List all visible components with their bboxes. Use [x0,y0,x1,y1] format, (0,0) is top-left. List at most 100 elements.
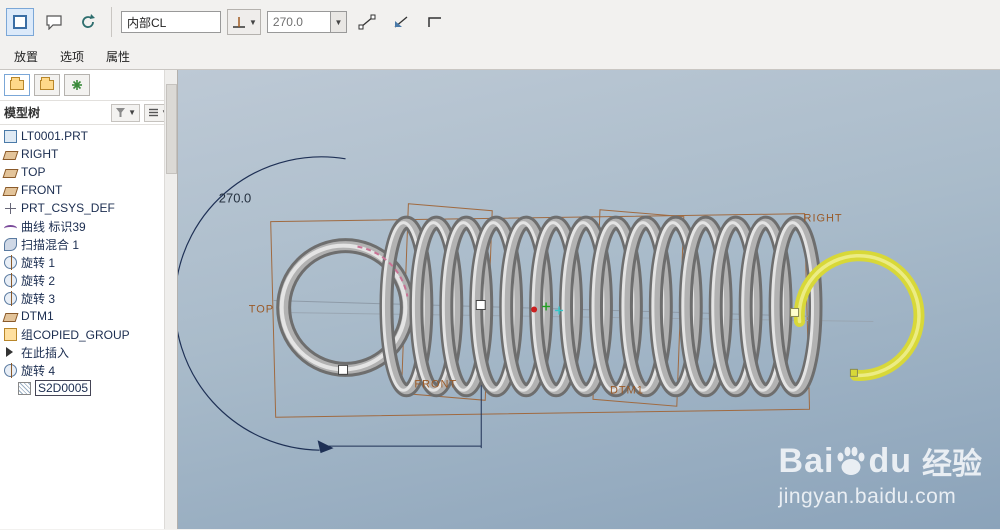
tree-item[interactable]: TOP [0,163,163,181]
tree-item-icon [2,168,19,178]
tree-item-icon [4,201,17,215]
red-point-marker [531,306,538,313]
tree-item-icon [18,381,31,395]
tree-item-label: 扫描混合 1 [21,237,80,252]
angle-combo-arrow[interactable]: ▼ [330,11,347,33]
tree-scrollbar[interactable] [164,70,177,529]
tree-item-label: DTM1 [21,309,54,323]
trajectory-drag-handle[interactable] [475,299,486,310]
tree-item-label: 旋转 4 [21,363,56,378]
tree-item-label: RIGHT [21,147,59,161]
tree-item-label: LT0001.PRT [21,129,88,143]
chevron-down-icon: ▼ [128,108,137,117]
tree-item-icon [4,290,17,306]
folder-icon [40,77,54,90]
normal-to-trajectory-dropdown[interactable]: ▼ [227,9,261,35]
dashboard-tabs: 放置 选项 属性 [0,44,1000,68]
tree-header: 模型树 ▼ ▼ [0,101,177,125]
frame-icon [13,15,27,29]
dashboard-tab[interactable]: 属性 [96,46,140,67]
tree-item[interactable]: 旋转 1 [0,253,163,271]
watermark-brand-left: Bai [778,441,835,480]
tree-item[interactable]: LT0001.PRT [0,127,163,145]
trajectory-input[interactable]: 内部CL [121,11,221,33]
tree-item-label: PRT_CSYS_DEF [21,201,115,215]
angle-combo[interactable]: 270.0 ▼ [266,11,347,33]
model-tree-tab[interactable] [4,74,30,96]
tree-item-icon [2,150,19,160]
dashboard-tab[interactable]: 放置 [4,46,48,67]
tree-item[interactable]: S2D0005 [0,379,163,397]
tree-item[interactable]: 在此插入 [0,343,163,361]
line-triangle-icon [394,16,408,28]
folder-browser-tab[interactable] [34,74,60,96]
tree-item-label: TOP [21,165,46,179]
tree-item[interactable]: 旋转 2 [0,271,163,289]
tree-title: 模型树 [4,106,41,120]
dtm1-plane-label[interactable]: DTM1 [610,384,644,396]
tree-item-icon [4,327,17,341]
tree-item-icon [4,129,17,143]
trajectory-value: 内部CL [127,15,167,30]
front-plane-label[interactable]: FRONT [414,378,457,390]
comment-button[interactable] [40,8,68,36]
regenerate-button[interactable] [74,8,102,36]
toolbar-separator [111,7,112,37]
tree-item-icon [4,254,17,270]
sketch-line-button[interactable] [353,8,381,36]
tree-item[interactable]: DTM1 [0,307,163,325]
dashboard-tab[interactable]: 选项 [50,46,94,67]
watermark-brand-right: du [868,441,912,480]
watermark-brand-cn: 经验 [922,448,982,481]
corner-icon [428,17,441,27]
right-plane-label[interactable]: RIGHT [804,213,843,225]
angle-input[interactable]: 270.0 [266,11,331,33]
chevron-down-icon: ▼ [334,17,343,27]
favorites-tab[interactable] [64,74,90,96]
tree-item[interactable]: FRONT [0,181,163,199]
tree-item-label: 旋转 2 [21,273,56,288]
refresh-arrows-icon [82,14,95,28]
sketch-section-button[interactable] [387,8,415,36]
graphics-viewport[interactable]: 270.0 TOP FRONT DTM1 RIGHT Bai du 经验 jin… [178,70,1000,529]
tree-item-icon [4,237,17,251]
list-icon [149,108,159,117]
tree-scrollbar-thumb[interactable] [166,84,177,174]
perpendicular-icon [233,17,245,28]
model-tree-panel: 模型树 ▼ ▼ LT0001.PRT [0,70,178,529]
tree-item[interactable]: PRT_CSYS_DEF [0,199,163,217]
section-sketch-button[interactable] [6,8,34,36]
dashboard-toolbar: 内部CL ▼ 270.0 ▼ 放置 选项 属性 [0,0,1000,70]
baidu-paw-icon [837,446,865,475]
speech-bubble-icon [46,15,62,30]
model-tree: LT0001.PRT RIGHT TOP FRONT PRT_CSYS_DEF … [0,125,177,397]
tree-item-label: 旋转 1 [21,255,56,270]
chevron-down-icon: ▼ [249,17,257,27]
line-endpoints-icon [358,14,376,30]
section-drag-handle[interactable] [338,364,349,375]
tree-item[interactable]: 曲线 标识39 [0,217,163,235]
folder-icon [10,77,24,90]
tree-item-icon [4,224,17,232]
hook-start-handle[interactable] [790,307,800,317]
main-area: 模型树 ▼ ▼ LT0001.PRT [0,70,1000,529]
filter-dropdown[interactable]: ▼ [111,103,141,122]
tree-item[interactable]: 旋转 4 [0,361,163,379]
tree-item-label: 曲线 标识39 [21,219,86,234]
dimension-value-text[interactable]: 270.0 [219,191,251,206]
tree-item-icon [6,347,13,357]
tree-item[interactable]: 扫描混合 1 [0,235,163,253]
tree-item-icon [2,312,19,322]
tree-item-icon [2,186,19,196]
tree-item[interactable]: 旋转 3 [0,289,163,307]
angle-value: 270.0 [272,15,303,29]
watermark: Bai du 经验 jingyan.baidu.com [779,439,982,509]
hook-end-handle[interactable] [849,368,858,377]
watermark-url: jingyan.baidu.com [778,485,957,508]
tree-item-label: S2D0005 [35,380,92,396]
corner-button[interactable] [421,8,449,36]
tree-item[interactable]: RIGHT [0,145,163,163]
top-plane-label[interactable]: TOP [249,303,274,315]
tree-item[interactable]: 组COPIED_GROUP [0,325,163,343]
funnel-icon [116,108,126,117]
